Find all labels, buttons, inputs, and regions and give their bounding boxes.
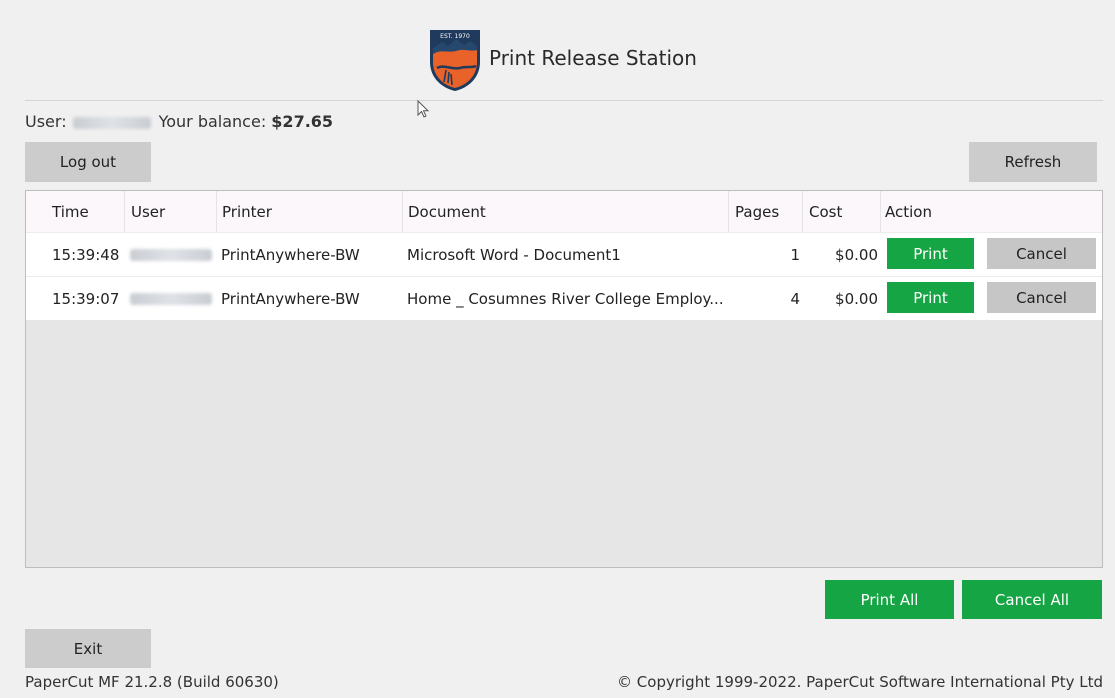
balance-label: Your balance:	[158, 112, 267, 131]
table-row[interactable]: 15:39:07 PrintAnywhere-BW Home _ Cosumne…	[26, 277, 1102, 320]
column-header-user[interactable]: User	[124, 191, 216, 232]
job-time: 15:39:48	[52, 245, 120, 264]
job-document-name: Home _ Cosumnes River College Employ...	[407, 289, 724, 308]
cancel-all-button[interactable]: Cancel All	[962, 580, 1102, 619]
table-row[interactable]: 15:39:48 PrintAnywhere-BW Microsoft Word…	[26, 233, 1102, 277]
college-shield-logo-icon: EST. 1970	[430, 30, 480, 91]
job-document: Home _ Cosumnes River College Employ...	[402, 277, 728, 320]
job-document-name: Microsoft Word - Document1	[407, 245, 621, 264]
logout-button[interactable]: Log out	[25, 142, 151, 182]
table-header-row: Time User Printer Document Pages Cost Ac…	[26, 191, 1102, 233]
job-pages: 1	[790, 245, 800, 264]
user-balance-line: User: Your balance: $27.65	[25, 112, 333, 131]
header: EST. 1970 Print Release Station	[0, 0, 1115, 100]
logo-est-text: EST. 1970	[440, 33, 470, 40]
column-header-action: Action	[880, 191, 1102, 232]
job-time: 15:39:07	[52, 289, 120, 308]
redacted-username	[130, 248, 212, 261]
header-divider	[25, 100, 1103, 101]
job-cost: $0.00	[835, 245, 878, 264]
job-printer: PrintAnywhere-BW	[221, 289, 360, 308]
print-all-button[interactable]: Print All	[825, 580, 954, 619]
print-job-button[interactable]: Print	[887, 238, 974, 269]
print-release-window: EST. 1970 Print Release Station User: You…	[0, 0, 1115, 698]
job-user	[124, 233, 216, 276]
redacted-username	[130, 292, 212, 305]
user-label: User:	[25, 112, 67, 131]
print-jobs-table: Time User Printer Document Pages Cost Ac…	[25, 190, 1103, 568]
column-header-time[interactable]: Time	[48, 191, 124, 232]
job-pages: 4	[790, 289, 800, 308]
refresh-button[interactable]: Refresh	[969, 142, 1097, 182]
print-job-button[interactable]: Print	[887, 282, 974, 313]
exit-button[interactable]: Exit	[25, 629, 151, 668]
balance-value: $27.65	[271, 112, 334, 131]
column-header-cost[interactable]: Cost	[802, 191, 880, 232]
cancel-job-button[interactable]: Cancel	[987, 238, 1096, 269]
job-printer: PrintAnywhere-BW	[221, 245, 360, 264]
column-header-pages[interactable]: Pages	[728, 191, 802, 232]
copyright-text: © Copyright 1999-2022. PaperCut Software…	[617, 673, 1103, 691]
version-text: PaperCut MF 21.2.8 (Build 60630)	[25, 673, 279, 691]
job-cost: $0.00	[835, 289, 878, 308]
job-document: Microsoft Word - Document1	[402, 233, 728, 276]
column-header-document[interactable]: Document	[402, 191, 728, 232]
job-user	[124, 277, 216, 320]
column-header-printer[interactable]: Printer	[216, 191, 402, 232]
cancel-job-button[interactable]: Cancel	[987, 282, 1096, 313]
redacted-username	[72, 116, 151, 129]
page-title: Print Release Station	[489, 46, 697, 70]
mouse-pointer-icon	[417, 100, 430, 118]
